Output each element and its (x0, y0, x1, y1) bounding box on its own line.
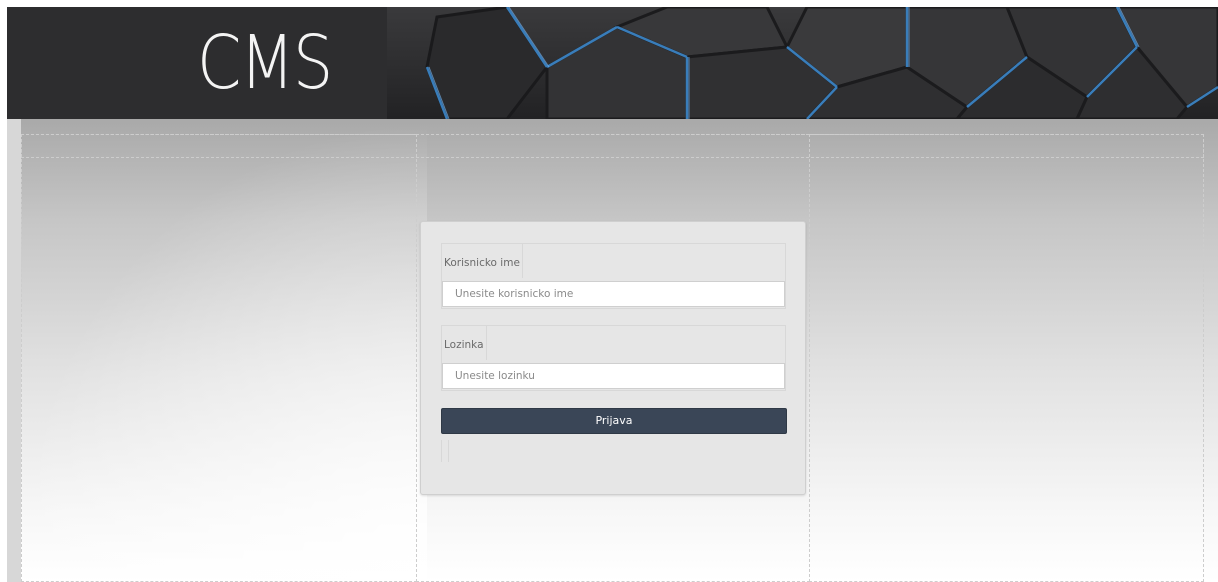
password-input[interactable] (442, 363, 785, 389)
grid-column-right (809, 134, 1204, 582)
username-field-group: Korisnicko ime (441, 243, 786, 309)
password-label: Lozinka (442, 326, 487, 360)
hexagon-background-icon (7, 7, 1218, 119)
login-page: CMS Korisnicko ime Lozinka Prijava (0, 0, 1218, 582)
login-panel: Korisnicko ime Lozinka Prijava (420, 221, 806, 495)
password-field-group: Lozinka (441, 325, 786, 391)
username-input[interactable] (442, 281, 785, 307)
username-label: Korisnicko ime (442, 244, 523, 278)
cms-logo: CMS (197, 20, 333, 106)
form-footer-spacer (441, 440, 449, 462)
grid-column-left (21, 134, 417, 582)
login-button[interactable]: Prijava (441, 408, 787, 434)
left-edge-strip (7, 119, 21, 582)
header-banner: CMS (7, 7, 1218, 119)
grid-row-top (21, 134, 1204, 158)
